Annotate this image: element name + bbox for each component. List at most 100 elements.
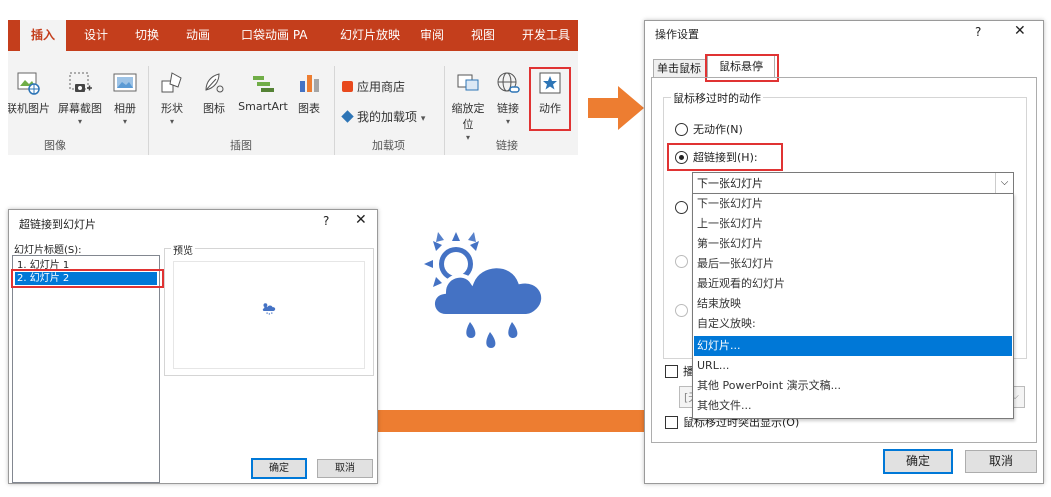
rain-cloud-sun-icon bbox=[424, 232, 546, 348]
close-button[interactable]: ✕ bbox=[1014, 23, 1026, 39]
run-program-radio[interactable] bbox=[675, 201, 688, 214]
ok-button[interactable]: 确定 bbox=[883, 449, 953, 474]
dropdown-option[interactable]: 最后一张幻灯片 bbox=[694, 254, 1012, 274]
hyperlink-label: 超链接到(H): bbox=[693, 151, 758, 164]
tab-transitions[interactable]: 切换 bbox=[135, 20, 159, 51]
chevron-down-icon: ▾ bbox=[77, 117, 82, 126]
ribbon-tab-bar: 插入 设计 切换 动画 口袋动画 PA 幻灯片放映 审阅 视图 开发工具 bbox=[8, 20, 578, 51]
smartart-button[interactable]: SmartArt bbox=[236, 70, 290, 113]
hyperlink-target-dropdown: 下一张幻灯片 上一张幻灯片 第一张幻灯片 最后一张幻灯片 最近观看的幻灯片 结束… bbox=[692, 193, 1014, 419]
dropdown-option[interactable]: URL... bbox=[694, 356, 1012, 376]
tab-pocket-animation[interactable]: 口袋动画 PA bbox=[241, 20, 308, 51]
group-separator bbox=[444, 66, 445, 155]
slide-title-list[interactable]: 1. 幻灯片 1 2. 幻灯片 2 bbox=[12, 255, 160, 483]
highlight-on-hover-checkbox[interactable] bbox=[665, 416, 678, 429]
dropdown-option[interactable]: 下一张幻灯片 bbox=[694, 194, 1012, 214]
hyperlink-target-select[interactable]: 下一张幻灯片 ⌵ bbox=[692, 172, 1014, 194]
screenshot-label: 屏幕截图 bbox=[58, 102, 102, 115]
bar-chart-icon bbox=[300, 75, 319, 92]
dialog-title: 超链接到幻灯片 bbox=[19, 218, 96, 231]
my-addins-label: 我的加载项 bbox=[357, 110, 418, 124]
shapes-button[interactable]: 形状 ▾ bbox=[154, 70, 190, 126]
dropdown-option-selected[interactable]: 幻灯片... bbox=[694, 336, 1012, 356]
action-label: 动作 bbox=[539, 102, 561, 115]
tab-view[interactable]: 视图 bbox=[471, 20, 495, 51]
dropdown-option[interactable]: 其他 PowerPoint 演示文稿... bbox=[694, 376, 1012, 396]
online-pictures-icon bbox=[17, 72, 40, 95]
groupbox-title: 鼠标移过时的动作 bbox=[671, 90, 763, 106]
zoom-label: 缩放定位 bbox=[451, 102, 485, 131]
screenshot-icon bbox=[69, 72, 92, 92]
preview-label: 预览 bbox=[171, 242, 195, 257]
chevron-down-icon: ▾ bbox=[122, 117, 127, 126]
left-arrow-icon bbox=[336, 398, 660, 444]
link-button[interactable]: 链接 ▾ bbox=[492, 70, 524, 126]
tab-review[interactable]: 审阅 bbox=[420, 20, 444, 51]
my-addins-button[interactable]: 我的加载项 ▾ bbox=[341, 108, 426, 125]
shapes-icon bbox=[161, 72, 182, 93]
run-macro-radio[interactable] bbox=[675, 255, 688, 268]
shapes-label: 形状 bbox=[161, 102, 183, 115]
ok-button[interactable]: 确定 bbox=[251, 458, 307, 479]
icons-icon bbox=[205, 73, 224, 93]
dialog-title: 操作设置 bbox=[655, 28, 699, 41]
chart-button[interactable]: 图表 bbox=[294, 70, 324, 116]
chevron-down-icon: ▾ bbox=[465, 133, 470, 142]
close-button[interactable]: ✕ bbox=[355, 212, 367, 228]
list-item[interactable]: 1. 幻灯片 1 bbox=[15, 259, 157, 272]
no-action-radio[interactable] bbox=[675, 123, 688, 136]
dropdown-option[interactable]: 第一张幻灯片 bbox=[694, 234, 1012, 254]
list-item-selected[interactable]: 2. 幻灯片 2 bbox=[15, 272, 157, 285]
group-label-illustrations: 插图 bbox=[230, 139, 252, 152]
globe-link-icon bbox=[497, 72, 520, 93]
tab-insert[interactable]: 插入 bbox=[20, 20, 66, 51]
right-arrow-icon bbox=[588, 86, 644, 130]
tab-mouse-click[interactable]: 单击鼠标 bbox=[653, 59, 712, 78]
addins-icon bbox=[341, 110, 354, 123]
link-label: 链接 bbox=[497, 102, 519, 115]
screenshot-button[interactable]: 屏幕截图 ▾ bbox=[54, 70, 106, 126]
album-label: 相册 bbox=[114, 102, 136, 115]
zoom-button[interactable]: 缩放定位 ▾ bbox=[448, 70, 488, 142]
no-action-label: 无动作(N) bbox=[693, 123, 743, 136]
slide-list-label: 幻灯片标题(S): bbox=[14, 245, 82, 256]
tab-mouse-over[interactable]: 鼠标悬停 bbox=[707, 55, 775, 78]
rain-cloud-thumbnail-icon bbox=[262, 303, 276, 315]
store-button[interactable]: 应用商店 bbox=[342, 78, 405, 95]
group-label-addins: 加载项 bbox=[372, 139, 405, 152]
chevron-down-icon[interactable]: ⌵ bbox=[995, 173, 1013, 193]
group-label-links: 链接 bbox=[496, 139, 518, 152]
slide-preview bbox=[173, 261, 365, 369]
dropdown-option[interactable]: 结束放映 bbox=[694, 294, 1012, 314]
object-action-radio[interactable] bbox=[675, 304, 688, 317]
album-button[interactable]: 相册 ▾ bbox=[108, 70, 142, 126]
play-sound-checkbox[interactable] bbox=[665, 365, 678, 378]
help-button[interactable]: ? bbox=[975, 25, 981, 39]
cancel-button[interactable]: 取消 bbox=[317, 459, 373, 478]
tab-design[interactable]: 设计 bbox=[84, 20, 108, 51]
preview-group: 预览 bbox=[164, 242, 374, 376]
cancel-button[interactable]: 取消 bbox=[965, 450, 1037, 473]
tab-animations[interactable]: 动画 bbox=[186, 20, 210, 51]
help-button[interactable]: ? bbox=[323, 214, 329, 228]
dropdown-option[interactable]: 其他文件... bbox=[694, 396, 1012, 416]
icons-button[interactable]: 图标 bbox=[196, 70, 232, 116]
dropdown-option[interactable]: 自定义放映: bbox=[694, 314, 1012, 334]
dropdown-option[interactable]: 上一张幻灯片 bbox=[694, 214, 1012, 234]
hyperlink-radio[interactable] bbox=[675, 151, 688, 164]
tab-developer[interactable]: 开发工具 bbox=[522, 20, 570, 51]
tab-slideshow[interactable]: 幻灯片放映 bbox=[340, 20, 400, 51]
store-icon bbox=[342, 81, 353, 92]
online-pictures-button[interactable]: 联机图片 bbox=[8, 70, 54, 116]
group-separator bbox=[334, 66, 335, 155]
powerpoint-ribbon: 插入 设计 切换 动画 口袋动画 PA 幻灯片放映 审阅 视图 开发工具 联机图… bbox=[8, 20, 578, 155]
chevron-down-icon: ▾ bbox=[420, 114, 426, 124]
action-button[interactable]: 动作 bbox=[532, 70, 568, 116]
chart-label: 图表 bbox=[298, 102, 320, 115]
hyperlink-to-slide-dialog: 超链接到幻灯片 ? ✕ 幻灯片标题(S): 1. 幻灯片 1 2. 幻灯片 2 … bbox=[8, 209, 378, 484]
smartart-label: SmartArt bbox=[238, 100, 288, 113]
group-separator bbox=[148, 66, 149, 155]
online-pictures-label: 联机图片 bbox=[8, 102, 50, 115]
dropdown-option[interactable]: 最近观看的幻灯片 bbox=[694, 274, 1012, 294]
action-settings-dialog: 操作设置 ? ✕ 单击鼠标 鼠标悬停 鼠标移过时的动作 无动作(N) 超链接到(… bbox=[644, 20, 1044, 484]
